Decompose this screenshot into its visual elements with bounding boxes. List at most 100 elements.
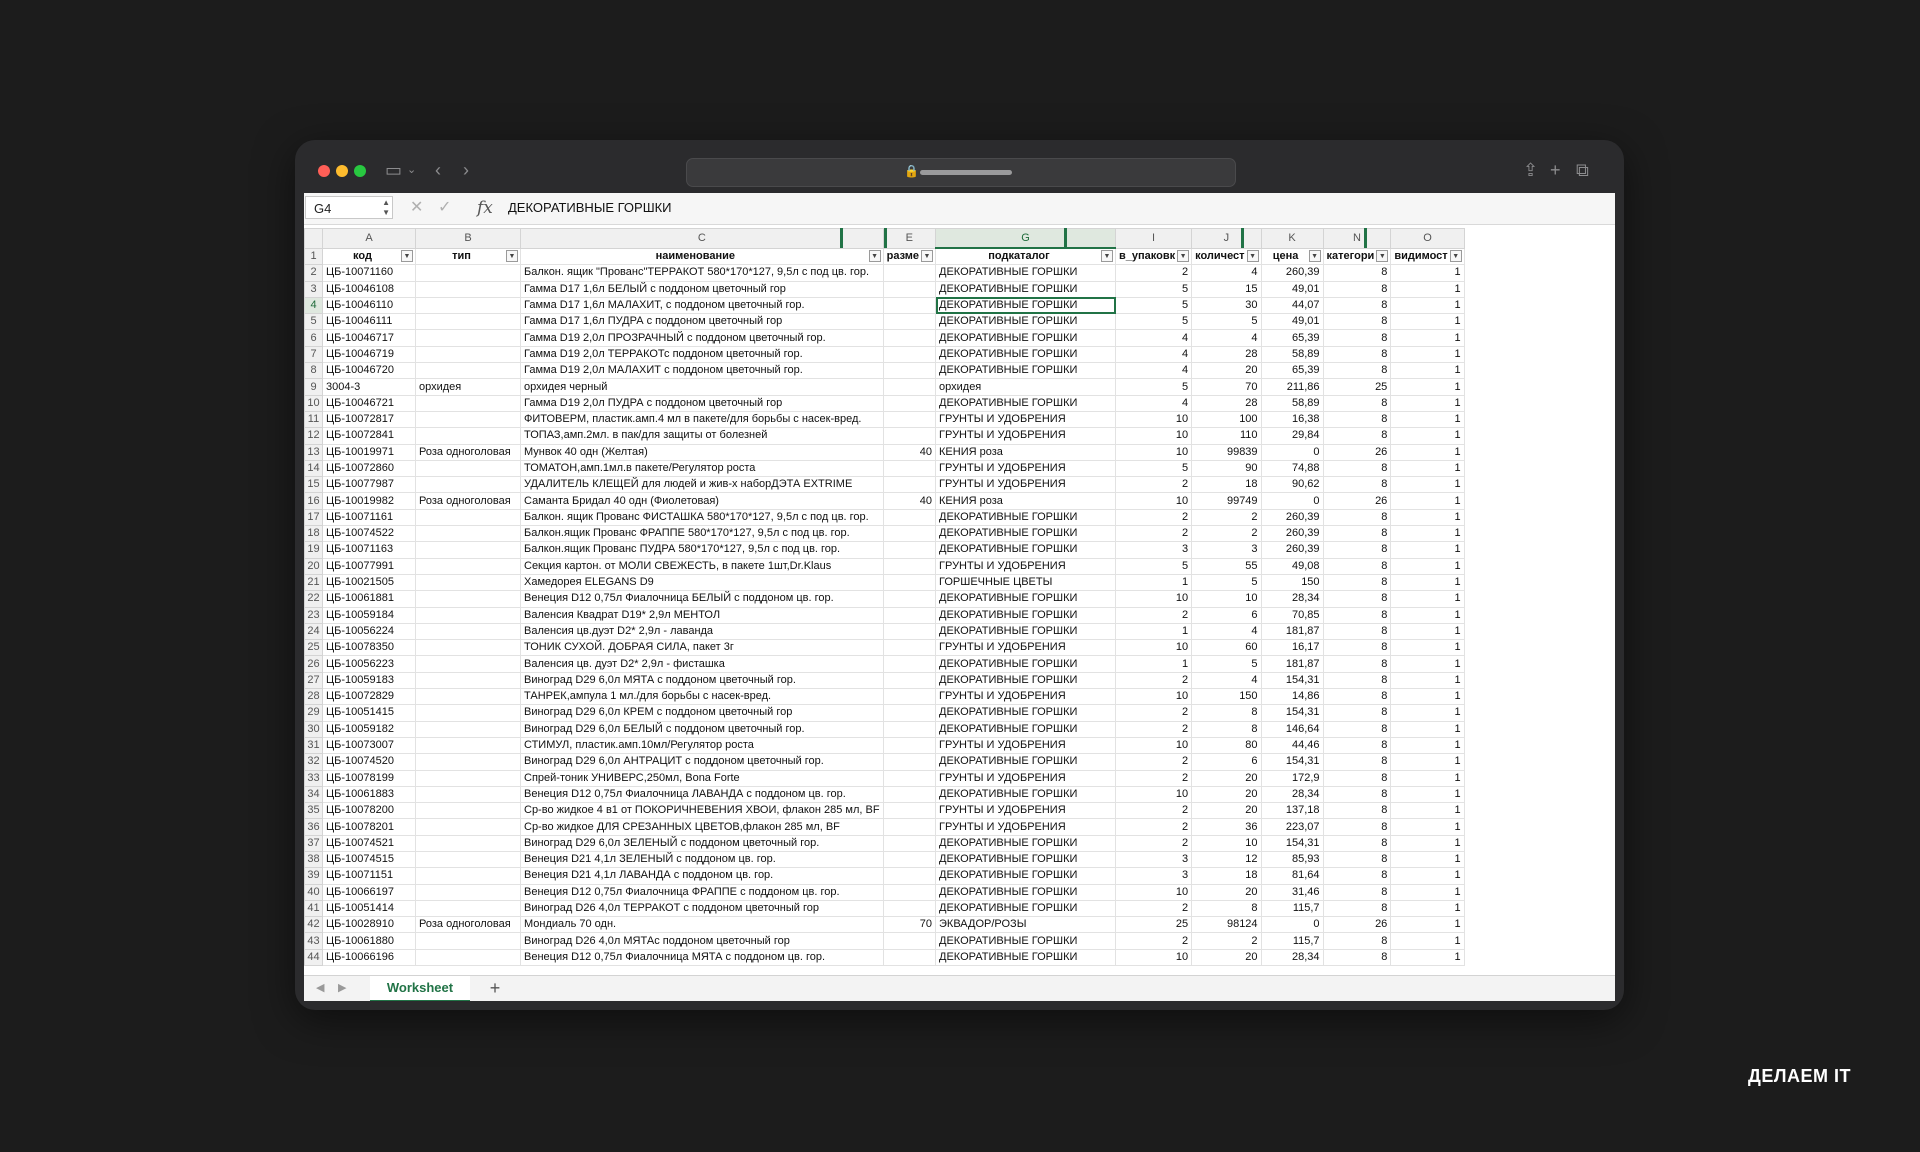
- table-cell[interactable]: [882, 655, 937, 673]
- table-cell[interactable]: 12: [1191, 850, 1262, 869]
- table-cell[interactable]: 26: [1322, 492, 1392, 510]
- table-cell[interactable]: ГРУНТЫ И УДОБРЕНИЯ: [935, 736, 1117, 755]
- table-cell[interactable]: [415, 606, 521, 624]
- table-cell[interactable]: [415, 541, 521, 559]
- table-cell[interactable]: ЦБ-10066197: [322, 883, 416, 901]
- table-cell[interactable]: 8: [1322, 688, 1392, 706]
- table-cell[interactable]: 5: [1115, 459, 1193, 478]
- table-cell[interactable]: 110: [1191, 427, 1262, 445]
- table-cell[interactable]: 8: [1322, 802, 1392, 820]
- prev-sheet-icon[interactable]: ◀: [316, 981, 324, 994]
- table-cell[interactable]: [415, 867, 521, 885]
- table-cell[interactable]: 1: [1390, 427, 1465, 445]
- table-cell[interactable]: [415, 655, 521, 673]
- table-cell[interactable]: ДЕКОРАТИВНЫЕ ГОРШКИ: [935, 541, 1117, 559]
- table-cell[interactable]: 20: [1191, 769, 1262, 787]
- minimize-window-button[interactable]: [336, 165, 348, 177]
- table-cell[interactable]: [882, 639, 937, 657]
- filter-dropdown-icon[interactable]: ▼: [1376, 249, 1389, 262]
- table-cell[interactable]: Гамма D19 2,0л МАЛАХИТ с поддоном цветоч…: [520, 362, 884, 380]
- table-cell[interactable]: [882, 296, 937, 315]
- row-header[interactable]: 2: [304, 264, 323, 282]
- table-cell[interactable]: Валенсия цв.дуэт D2* 2,9л - лаванда: [520, 622, 884, 641]
- table-cell[interactable]: Роза одноголовая: [415, 916, 521, 934]
- table-cell[interactable]: 260,39: [1260, 525, 1324, 543]
- table-cell[interactable]: ДЕКОРАТИВНЫЕ ГОРШКИ: [935, 671, 1117, 690]
- column-header-o[interactable]: O: [1390, 228, 1465, 249]
- table-cell[interactable]: [882, 802, 937, 820]
- table-cell[interactable]: 28,34: [1260, 948, 1324, 967]
- table-cell[interactable]: [415, 280, 521, 298]
- table-cell[interactable]: 10: [1115, 688, 1193, 706]
- table-cell[interactable]: ТАНРЕК,ампула 1 мл./для борьбы с насек-в…: [520, 688, 884, 706]
- table-cell[interactable]: 0: [1260, 443, 1324, 461]
- table-cell[interactable]: [882, 557, 937, 575]
- table-cell[interactable]: 10: [1115, 443, 1193, 461]
- table-cell[interactable]: 5: [1115, 280, 1193, 298]
- table-cell[interactable]: 3: [1115, 850, 1193, 869]
- table-cell[interactable]: орхидея: [415, 378, 521, 396]
- table-cell[interactable]: [415, 785, 521, 804]
- row-header[interactable]: 6: [304, 329, 323, 347]
- table-cell[interactable]: 8: [1322, 410, 1392, 429]
- table-cell[interactable]: 8: [1322, 508, 1392, 527]
- table-cell[interactable]: [415, 508, 521, 527]
- table-cell[interactable]: ДЕКОРАТИВНЫЕ ГОРШКИ: [935, 345, 1117, 364]
- row-header[interactable]: 32: [304, 753, 323, 771]
- table-cell[interactable]: ЦБ-10074515: [322, 850, 416, 869]
- table-cell[interactable]: [415, 850, 521, 869]
- table-cell[interactable]: Балкон.ящик Прованс ФРАППЕ 580*170*127, …: [520, 525, 884, 543]
- table-cell[interactable]: [882, 948, 937, 967]
- table-cell[interactable]: 70: [882, 916, 937, 934]
- table-cell[interactable]: 1: [1390, 606, 1465, 624]
- table-cell[interactable]: ГРУНТЫ И УДОБРЕНИЯ: [935, 427, 1117, 445]
- table-cell[interactable]: 8: [1322, 557, 1392, 575]
- table-cell[interactable]: 15: [1191, 280, 1262, 298]
- table-cell[interactable]: [882, 899, 937, 918]
- table-cell[interactable]: 1: [1390, 834, 1465, 852]
- table-cell[interactable]: 2: [1115, 508, 1193, 527]
- table-cell[interactable]: 154,31: [1260, 834, 1324, 852]
- new-tab-icon[interactable]: +: [1550, 158, 1561, 182]
- table-cell[interactable]: 146,64: [1260, 720, 1324, 738]
- table-cell[interactable]: [415, 264, 521, 282]
- table-cell[interactable]: [415, 671, 521, 690]
- table-cell[interactable]: 150: [1191, 688, 1262, 706]
- table-cell[interactable]: 1: [1390, 362, 1465, 380]
- table-cell[interactable]: 3: [1191, 541, 1262, 559]
- table-cell[interactable]: 29,84: [1260, 427, 1324, 445]
- table-cell[interactable]: ЦБ-10019982: [322, 492, 416, 510]
- row-header[interactable]: 13: [304, 443, 323, 461]
- table-cell[interactable]: 1: [1115, 573, 1193, 592]
- table-cell[interactable]: ДЕКОРАТИВНЫЕ ГОРШКИ: [935, 362, 1117, 380]
- table-cell[interactable]: ЦБ-10046721: [322, 394, 416, 412]
- table-cell[interactable]: Хамедорея ELEGANS D9: [520, 573, 884, 592]
- table-cell[interactable]: 2: [1115, 671, 1193, 690]
- table-cell[interactable]: Мунвок 40 одн (Желтая): [520, 443, 884, 461]
- table-cell[interactable]: 1: [1390, 296, 1465, 315]
- table-cell[interactable]: 8: [1322, 671, 1392, 690]
- formula-input[interactable]: ДЕКОРАТИВНЫЕ ГОРШКИ: [508, 197, 672, 219]
- table-cell[interactable]: ДЕКОРАТИВНЫЕ ГОРШКИ: [935, 280, 1117, 298]
- column-header-b[interactable]: B: [415, 228, 521, 249]
- table-cell[interactable]: Мондиаль 70 одн.: [520, 916, 884, 934]
- table-cell[interactable]: 1: [1390, 264, 1465, 282]
- row-header[interactable]: 15: [304, 476, 323, 494]
- table-cell[interactable]: 1: [1390, 671, 1465, 690]
- table-cell[interactable]: 80: [1191, 736, 1262, 755]
- table-cell[interactable]: 8: [1322, 655, 1392, 673]
- table-cell[interactable]: 1: [1390, 932, 1465, 950]
- row-header[interactable]: 14: [304, 459, 323, 478]
- table-cell[interactable]: ФИТОВЕРМ, пластик.амп.4 мл в пакете/для …: [520, 410, 884, 429]
- table-cell[interactable]: [882, 280, 937, 298]
- table-cell[interactable]: Виноград D29 6,0л БЕЛЫЙ с поддоном цвето…: [520, 720, 884, 738]
- table-cell[interactable]: 99839: [1191, 443, 1262, 461]
- table-cell[interactable]: 1: [1390, 378, 1465, 396]
- chevron-down-icon[interactable]: ⌄: [407, 158, 416, 182]
- table-cell[interactable]: 98124: [1191, 916, 1262, 934]
- forward-icon[interactable]: ›: [463, 158, 469, 182]
- table-cell[interactable]: 28,34: [1260, 785, 1324, 804]
- table-cell[interactable]: ЦБ-10078200: [322, 802, 416, 820]
- table-cell[interactable]: ЦБ-10056224: [322, 622, 416, 641]
- table-cell[interactable]: [882, 688, 937, 706]
